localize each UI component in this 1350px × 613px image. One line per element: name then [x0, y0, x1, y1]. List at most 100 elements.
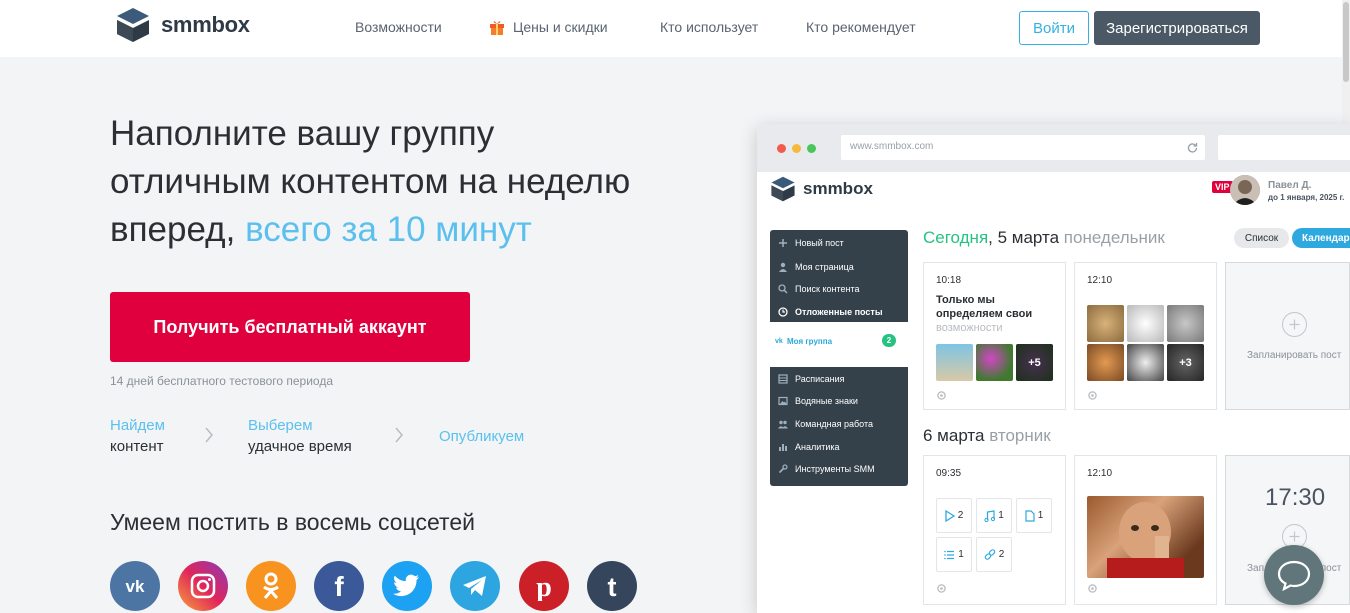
step-find-bottom: контент: [110, 438, 164, 455]
facebook-icon[interactable]: f: [314, 561, 364, 611]
more-photos-count: +5: [1016, 344, 1053, 381]
post-card[interactable]: 10:18 Только мы определяем свои возможно…: [923, 262, 1066, 410]
post-card[interactable]: 12:10 +3: [1074, 262, 1217, 410]
post-photo: [1087, 496, 1204, 578]
user-icon: [779, 262, 787, 272]
post-text-line: возможности: [936, 322, 1003, 334]
hero-title-line1: Наполните вашу группу: [110, 114, 495, 153]
sidebar-item-smm-tools[interactable]: Инструменты SMM: [770, 458, 908, 480]
nav-who-recommends[interactable]: Кто рекомендует: [806, 19, 916, 35]
browser-search-bar[interactable]: [1218, 135, 1350, 160]
odnoklassniki-icon[interactable]: [246, 561, 296, 611]
chevron-right-icon: [205, 427, 213, 443]
post-time: 09:35: [936, 468, 962, 479]
sidebar-item-new-post[interactable]: Новый пост: [770, 232, 908, 254]
chat-bubble-icon: [1277, 560, 1311, 591]
hero-title: Наполните вашу группу отличным контентом…: [110, 110, 730, 254]
search-icon: [778, 284, 788, 294]
sidebar-item-label: Поиск контента: [795, 284, 860, 294]
today-label: Сегодня: [923, 228, 989, 247]
svg-text:vk: vk: [126, 577, 145, 596]
tumblr-icon[interactable]: t: [587, 561, 637, 611]
instagram-icon[interactable]: [178, 561, 228, 611]
post-card[interactable]: 12:10: [1074, 455, 1217, 605]
logo[interactable]: smmbox: [115, 6, 250, 44]
telegram-icon[interactable]: [450, 561, 500, 611]
post-photo: [1167, 305, 1204, 342]
more-photos-count: +3: [1167, 344, 1204, 381]
slot-time: 17:30: [1265, 484, 1326, 511]
attachment-music: 1: [976, 498, 1012, 533]
social-title: Умеем постить в восемь соцсетей: [110, 509, 475, 535]
nav-features[interactable]: Возможности: [355, 19, 442, 35]
chart-icon: [779, 444, 787, 451]
post-text: Только мы определяем свои возможности: [936, 293, 1056, 335]
post-text-line: определяем свои: [936, 308, 1033, 320]
sidebar-item-label: Аналитика: [795, 442, 840, 452]
register-button[interactable]: Зарегистрироваться: [1094, 11, 1260, 45]
nav-who-uses[interactable]: Кто использует: [660, 19, 758, 35]
app-logo-text: smmbox: [803, 179, 873, 198]
scrollbar-thumb[interactable]: [1343, 2, 1349, 82]
vk-icon[interactable]: vk: [110, 561, 160, 611]
post-photo: [936, 344, 973, 381]
step-choose: Выберем удачное время: [248, 415, 352, 457]
hero-title-line2: отличным контентом на неделю: [110, 162, 631, 201]
attachment-count: 1: [1037, 510, 1044, 521]
attachment-count: 2: [998, 549, 1005, 560]
sidebar-item-scheduled-posts[interactable]: Отложенные посты: [770, 301, 908, 323]
sidebar-group-item[interactable]: vk Моя группа 2: [770, 322, 908, 367]
pinterest-icon[interactable]: p: [519, 561, 569, 611]
gear-icon[interactable]: [1087, 390, 1098, 401]
post-time: 10:18: [936, 275, 962, 286]
get-free-account-button[interactable]: Получить бесплатный аккаунт: [110, 292, 470, 362]
app-preview-window: www.smmbox.com smmbox VIP Павел Д. до 1 …: [757, 124, 1350, 613]
sidebar-item-content-search[interactable]: Поиск контента: [770, 278, 908, 300]
chat-widget-button[interactable]: [1264, 545, 1324, 605]
user-subscription: до 1 января, 2025 г.: [1268, 193, 1345, 202]
nav-pricing[interactable]: Цены и скидки: [489, 19, 608, 35]
view-list-toggle[interactable]: Список: [1234, 228, 1289, 248]
minimize-dot: [792, 144, 801, 153]
chevron-right-icon: [395, 427, 403, 443]
attachment-count: 1: [958, 549, 964, 560]
avatar[interactable]: [1230, 175, 1260, 205]
hero-title-accent: всего за 10 минут: [245, 210, 532, 249]
refresh-icon[interactable]: [1187, 142, 1198, 153]
twitter-icon[interactable]: [382, 561, 432, 611]
sidebar-item-label: Командная работа: [795, 419, 874, 429]
music-icon: [984, 509, 996, 522]
grid-icon: [778, 374, 788, 384]
add-icon: [1282, 312, 1307, 337]
schedule-post-slot[interactable]: Запланировать пост: [1225, 262, 1350, 410]
today-heading: Сегодня, 5 марта понедельник: [923, 228, 1165, 248]
gear-icon[interactable]: [936, 390, 947, 401]
close-dot: [777, 144, 786, 153]
sidebar-item-watermarks[interactable]: Водяные знаки: [770, 390, 908, 412]
sidebar-item-my-page[interactable]: Моя страница: [770, 256, 908, 278]
sidebar-item-label: Новый пост: [795, 238, 844, 248]
tomorrow-date: 6 марта: [923, 426, 985, 445]
svg-text:t: t: [608, 572, 617, 601]
sidebar-item-label: Моя страница: [795, 262, 854, 272]
sidebar-item-label: Водяные знаки: [795, 396, 858, 406]
plus-icon: [779, 239, 787, 247]
view-calendar-toggle[interactable]: Календарь: [1292, 228, 1350, 248]
gear-icon[interactable]: [1087, 583, 1098, 594]
sidebar-item-teamwork[interactable]: Командная работа: [770, 413, 908, 435]
nav-pricing-label: Цены и скидки: [513, 19, 608, 35]
address-bar[interactable]: www.smmbox.com: [841, 135, 1205, 160]
attachment-count: 2: [957, 510, 964, 521]
vk-icon: vk: [775, 338, 783, 345]
login-button[interactable]: Войти: [1019, 11, 1089, 45]
site-header: smmbox Возможности Цены и скидки Кто исп…: [0, 0, 1350, 57]
gear-icon[interactable]: [936, 583, 947, 594]
sidebar-item-schedules[interactable]: Расписания: [770, 368, 908, 390]
svg-text:p: p: [536, 572, 552, 601]
post-photo: [1127, 305, 1164, 342]
today-date: , 5 марта: [988, 228, 1060, 247]
user-name: Павел Д.: [1268, 180, 1312, 191]
sidebar-item-analytics[interactable]: Аналитика: [770, 436, 908, 458]
post-card[interactable]: 09:35 2 1 1 1 2: [923, 455, 1066, 605]
attachment-link: 2: [976, 537, 1012, 572]
